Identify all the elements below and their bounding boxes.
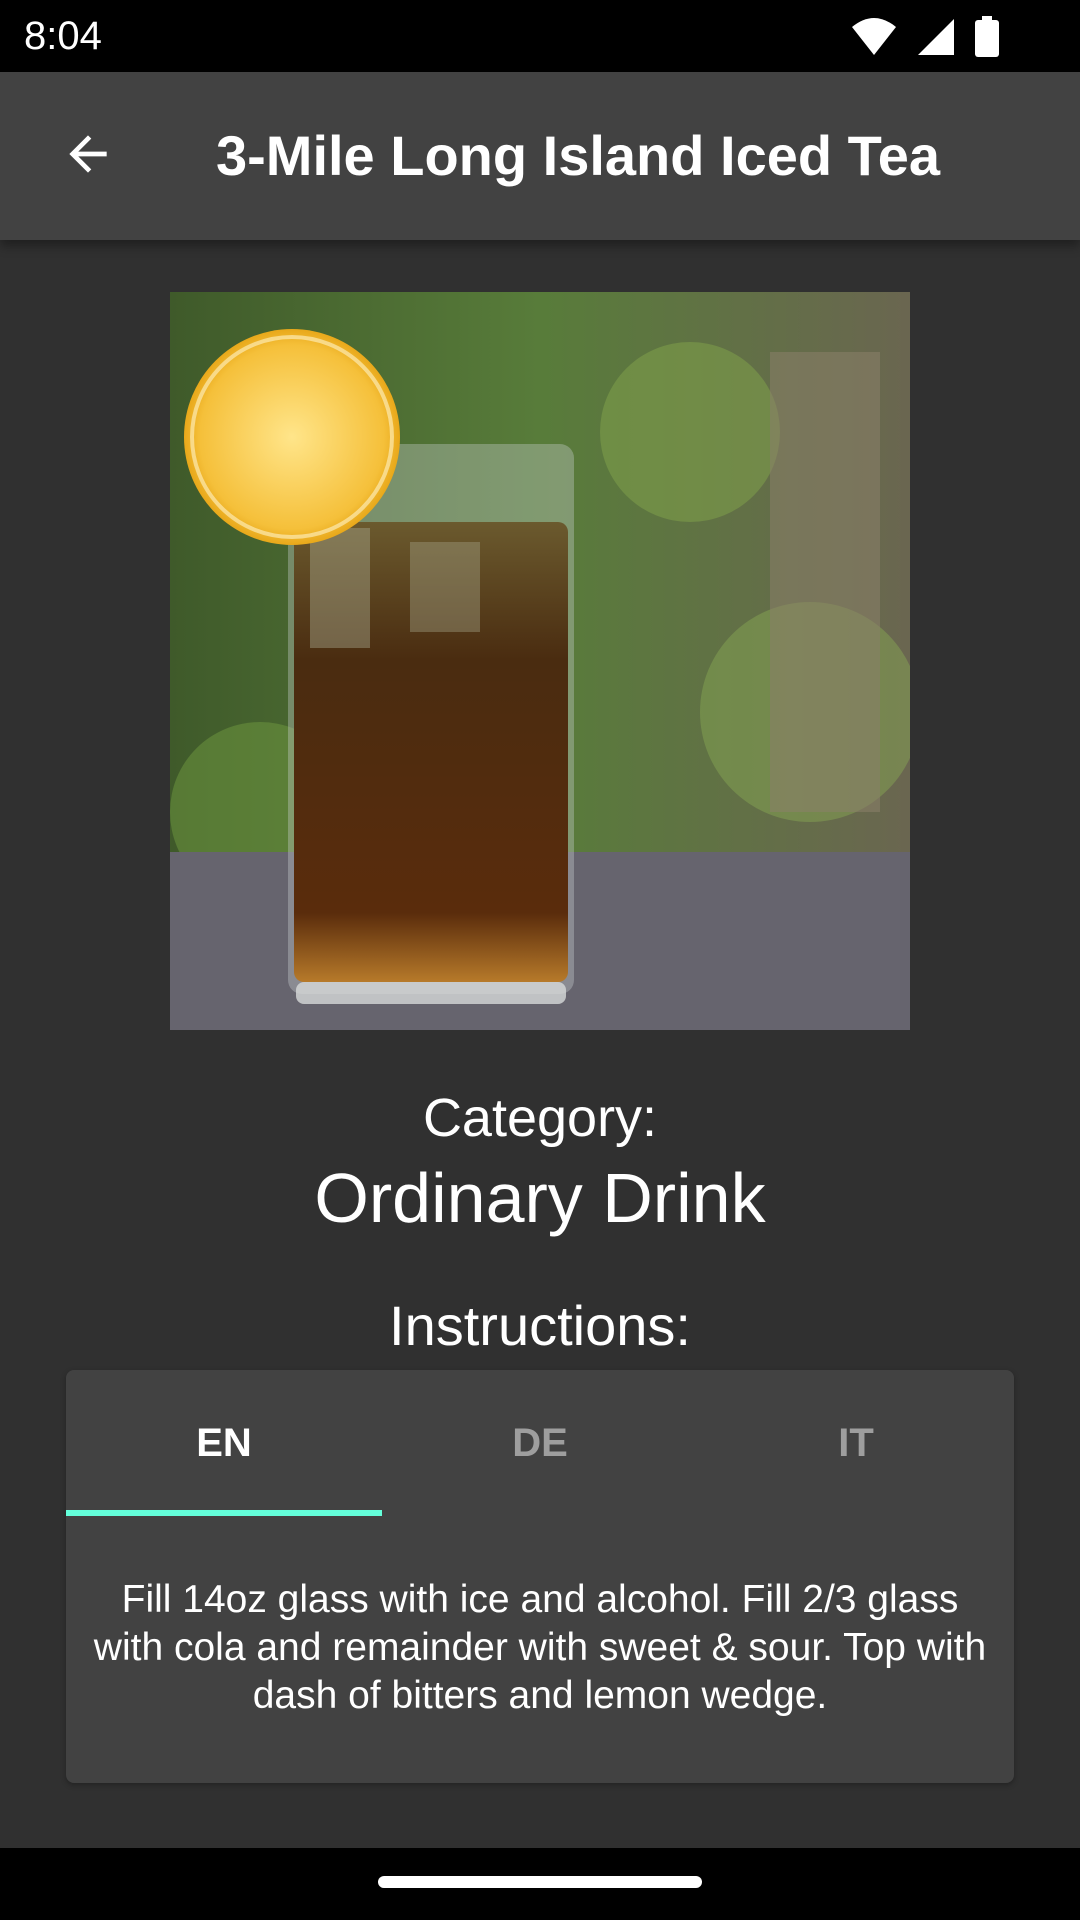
arrow-back-icon	[60, 126, 116, 187]
app-bar: 3-Mile Long Island Iced Tea	[0, 72, 1080, 240]
tab-label: IT	[838, 1420, 874, 1465]
category-value: Ordinary Drink	[314, 1159, 766, 1237]
language-tabs: EN DE IT	[66, 1370, 1014, 1516]
drink-image	[170, 292, 910, 1030]
instructions-label: Instructions:	[389, 1294, 691, 1357]
tab-label: EN	[196, 1420, 252, 1465]
instructions-card: EN DE IT Fill 14oz glass with ice and al…	[66, 1370, 1014, 1783]
battery-icon	[974, 16, 1000, 63]
category-label: Category:	[422, 1088, 658, 1148]
wifi-icon	[850, 17, 898, 62]
signal-icon	[916, 17, 956, 62]
navigation-bar	[0, 1848, 1080, 1920]
status-bar: 8:04	[0, 0, 1080, 72]
status-time: 8:04	[24, 14, 102, 58]
tab-label: DE	[512, 1420, 568, 1465]
status-icons	[850, 16, 1000, 63]
tab-it[interactable]: IT	[698, 1370, 1014, 1516]
page-title: 3-Mile Long Island Iced Tea	[216, 124, 940, 187]
tab-indicator	[66, 1510, 382, 1516]
tab-de[interactable]: DE	[382, 1370, 698, 1516]
home-gesture-handle[interactable]	[378, 1876, 702, 1888]
instructions-text: Fill 14oz glass with ice and alcohol. Fi…	[93, 1578, 987, 1717]
tab-en[interactable]: EN	[66, 1370, 382, 1516]
back-button[interactable]	[40, 108, 136, 204]
